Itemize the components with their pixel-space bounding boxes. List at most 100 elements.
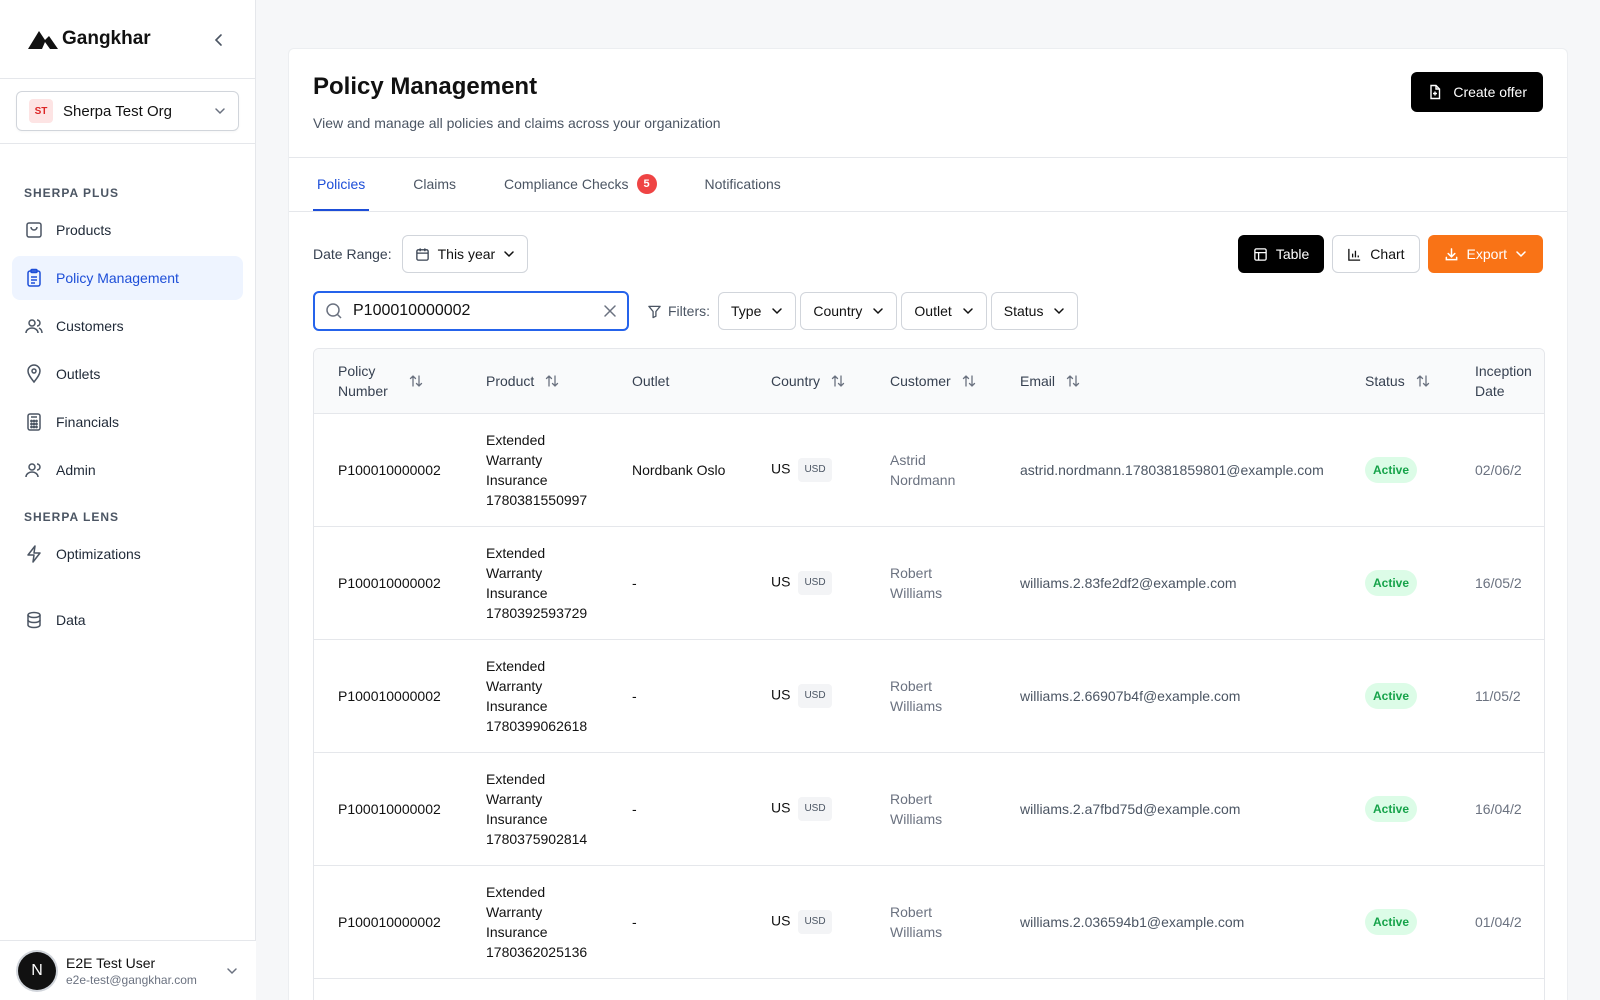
toolbar-filters: Filters: Type Country Outlet Status: [313, 291, 1082, 331]
currency-badge: USD: [798, 570, 832, 595]
outlet-cell: Nordbank Oslo: [632, 461, 726, 478]
search-box: [313, 291, 629, 331]
column-header-customer[interactable]: Customer: [866, 349, 996, 414]
customer-cell: Robert Williams: [890, 564, 943, 601]
sort-icon[interactable]: [408, 373, 424, 389]
sidebar-item-label: Policy Management: [56, 270, 179, 286]
table-row[interactable]: P100010000002 Extended Warranty Insurance…: [314, 526, 1544, 639]
sidebar-item-label: Customers: [56, 318, 124, 334]
policy-number-cell: P100010000002: [338, 687, 441, 704]
column-header-policy-number[interactable]: Policy Number: [314, 349, 462, 414]
policy-number-cell: P100010000002: [338, 800, 441, 817]
chart-view-button[interactable]: Chart: [1332, 235, 1420, 273]
chevron-left-icon: [214, 34, 222, 46]
inception-date-cell: 11/05/2: [1475, 687, 1521, 704]
filter-status-button[interactable]: Status: [990, 292, 1079, 330]
filter-type-button[interactable]: Type: [718, 292, 797, 330]
inception-date-cell: 16/05/2: [1475, 574, 1522, 591]
column-header-email[interactable]: Email: [996, 349, 1341, 414]
org-selector[interactable]: ST Sherpa Test Org: [16, 91, 239, 131]
user-menu[interactable]: N E2E Test User e2e-test@gangkhar.com: [0, 940, 256, 1000]
country-cell: US USD: [747, 526, 866, 639]
policies-table: Policy Number Product Outlet Country Cus…: [313, 348, 1545, 1000]
column-header-status[interactable]: Status: [1341, 349, 1451, 414]
sidebar-item-outlets[interactable]: Outlets: [12, 352, 243, 396]
country-cell: US USD: [747, 752, 866, 865]
table-row[interactable]: P100010000002 Extended Warranty Insurance…: [314, 413, 1544, 526]
sidebar-item-policy-management[interactable]: Policy Management: [12, 256, 243, 300]
page-title: Policy Management: [313, 73, 538, 100]
tab-claims[interactable]: Claims: [409, 158, 460, 211]
calendar-icon: [415, 247, 429, 261]
status-badge: Active: [1365, 456, 1418, 483]
chevron-down-icon: [1516, 251, 1526, 258]
create-offer-button[interactable]: Create offer: [1411, 72, 1543, 112]
filter-funnel-icon: [648, 305, 661, 318]
sidebar-item-data[interactable]: Data: [12, 598, 243, 642]
table-icon: [1254, 247, 1267, 261]
sidebar-item-products[interactable]: Products: [12, 208, 243, 252]
currency-badge: USD: [798, 909, 832, 934]
main-card: Policy Management View and manage all po…: [288, 48, 1568, 1000]
sidebar-item-admin[interactable]: Admin: [12, 448, 243, 492]
column-header-inception-date[interactable]: Inception Date: [1451, 349, 1544, 414]
clear-search-icon[interactable]: [603, 304, 617, 318]
mountain-logo-icon: [28, 31, 58, 49]
country-cell: US USD: [747, 639, 866, 752]
policy-number-cell: P100010000002: [338, 913, 441, 930]
inception-date-cell: 16/04/2: [1475, 800, 1522, 817]
tab-policies[interactable]: Policies: [313, 158, 370, 211]
column-header-country[interactable]: Country: [747, 349, 866, 414]
policy-number-cell: P100010000002: [338, 574, 441, 591]
sort-icon[interactable]: [544, 373, 560, 389]
brand-logo[interactable]: Gangkhar: [28, 28, 151, 50]
search-icon: [326, 303, 342, 319]
status-cell: Active: [1341, 639, 1451, 752]
map-pin-icon: [27, 364, 41, 384]
tab-compliance-checks[interactable]: Compliance Checks 5: [500, 158, 661, 211]
currency-badge: USD: [798, 457, 832, 482]
sidebar-item-customers[interactable]: Customers: [12, 304, 243, 348]
page-header: Policy Management View and manage all po…: [289, 49, 1567, 158]
search-input[interactable]: [353, 302, 593, 320]
filter-country-button[interactable]: Country: [800, 292, 898, 330]
status-cell: Active: [1341, 752, 1451, 865]
tab-notifications[interactable]: Notifications: [701, 158, 785, 211]
sidebar-item-financials[interactable]: Financials: [12, 400, 243, 444]
chevron-down-icon[interactable]: [226, 965, 238, 977]
database-icon: [27, 611, 41, 629]
column-header-product[interactable]: Product: [462, 349, 608, 414]
sidebar-item-label: Financials: [56, 414, 120, 430]
status-cell: Active: [1341, 413, 1451, 526]
status-badge: Active: [1365, 908, 1418, 935]
sidebar-item-label: Admin: [56, 462, 96, 478]
table-row[interactable]: P100010000002 Extended Warranty Insurance…: [314, 639, 1544, 752]
nav-section-heading: SHERPA LENS: [24, 510, 120, 524]
table-view-button[interactable]: Table: [1237, 235, 1325, 273]
filter-outlet-button[interactable]: Outlet: [901, 292, 987, 330]
nav-section-heading: SHERPA PLUS: [24, 186, 120, 200]
sidebar-item-label: Products: [56, 222, 112, 238]
sort-icon[interactable]: [961, 373, 977, 389]
sort-icon[interactable]: [830, 373, 846, 389]
status-cell: Active: [1341, 526, 1451, 639]
status-badge: Active: [1365, 682, 1418, 709]
lightning-icon: [27, 545, 41, 563]
sort-icon[interactable]: [1065, 373, 1081, 389]
chevron-down-icon: [772, 308, 783, 315]
export-button[interactable]: Export: [1427, 235, 1543, 273]
table-row[interactable]: P100010000002 Extended Warranty Insurance…: [314, 865, 1544, 978]
collapse-sidebar-button[interactable]: [209, 30, 229, 50]
sidebar: Gangkhar ST Sherpa Test Org SHERPA PLUS …: [0, 0, 256, 1000]
chevron-down-icon: [214, 105, 226, 117]
date-range-select[interactable]: This year: [401, 235, 529, 273]
email-cell: astrid.nordmann.1780381859801@example.co…: [1020, 461, 1324, 478]
table-row[interactable]: P100010000002 Extended Warranty Insurance…: [314, 752, 1544, 865]
customer-cell: Robert Williams: [890, 677, 943, 714]
email-cell: williams.2.036594b1@example.com: [1020, 913, 1245, 930]
sort-icon[interactable]: [1415, 373, 1431, 389]
sidebar-item-optimizations[interactable]: Optimizations: [12, 532, 243, 576]
brand: Gangkhar: [0, 0, 255, 79]
org-initials-badge: ST: [29, 99, 53, 123]
admin-users-icon: [25, 463, 41, 478]
